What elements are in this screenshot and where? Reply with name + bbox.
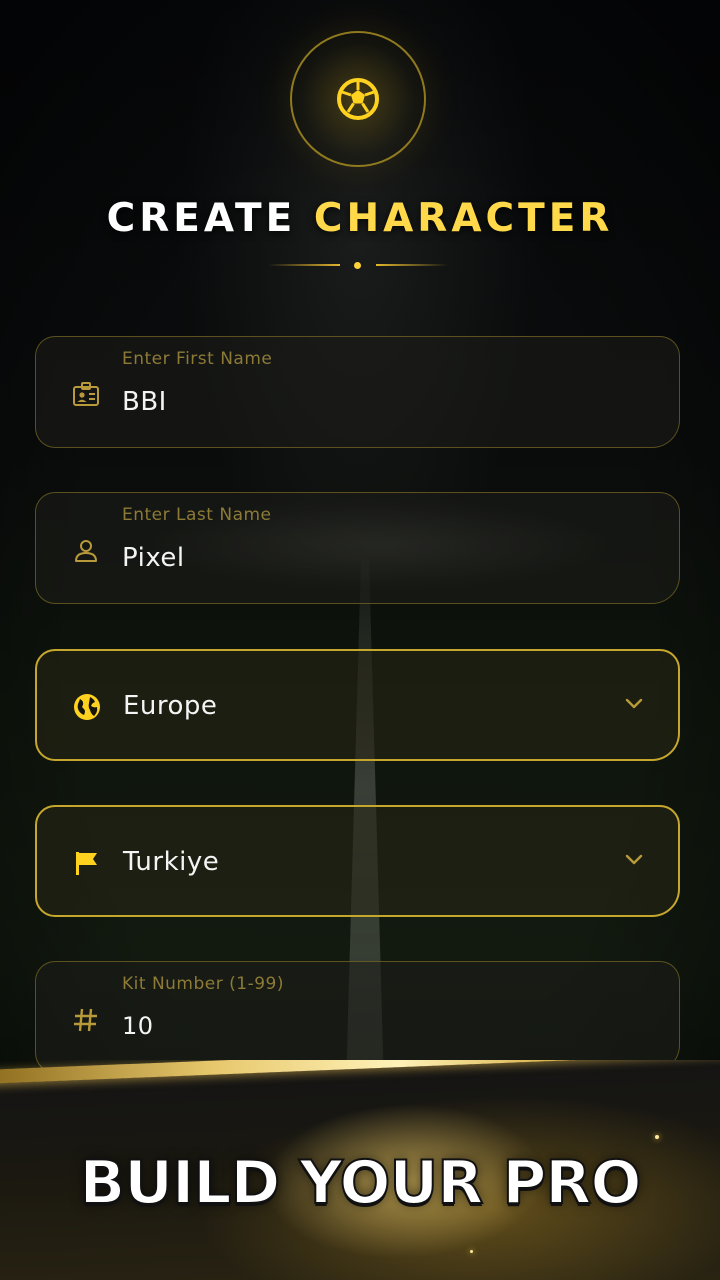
title-create: CREATE: [106, 196, 297, 241]
last-name-field[interactable]: Enter Last Name: [35, 492, 680, 604]
flag-icon: [71, 847, 103, 879]
first-name-field[interactable]: Enter First Name: [35, 336, 680, 448]
chevron-down-icon: [625, 698, 643, 709]
promo-tagline: BUILD YOUR PRO: [78, 1147, 642, 1219]
country-select[interactable]: Turkiye: [35, 805, 680, 917]
soccer-ball-icon: [337, 78, 379, 120]
last-name-label: Enter Last Name: [122, 505, 272, 525]
last-name-input[interactable]: [122, 543, 602, 573]
id-card-icon: [70, 379, 102, 411]
globe-icon: [71, 691, 103, 723]
kit-number-input[interactable]: [122, 1012, 602, 1040]
region-value: Europe: [123, 691, 218, 721]
sparkle: [655, 1135, 659, 1139]
person-icon: [70, 535, 102, 567]
logo-badge: [290, 31, 426, 167]
first-name-label: Enter First Name: [122, 349, 273, 369]
title-divider: [268, 262, 448, 269]
region-select[interactable]: Europe: [35, 649, 680, 761]
country-value: Turkiye: [123, 847, 220, 877]
first-name-input[interactable]: [122, 387, 602, 417]
page-title: CREATE CHARACTER: [0, 196, 720, 241]
sparkle: [470, 1250, 473, 1253]
kit-number-label: Kit Number (1-99): [122, 974, 284, 994]
chevron-down-icon: [625, 854, 643, 865]
title-character: CHARACTER: [313, 196, 614, 241]
kit-number-field[interactable]: Kit Number (1-99): [35, 961, 680, 1073]
hash-icon: [70, 1004, 102, 1036]
